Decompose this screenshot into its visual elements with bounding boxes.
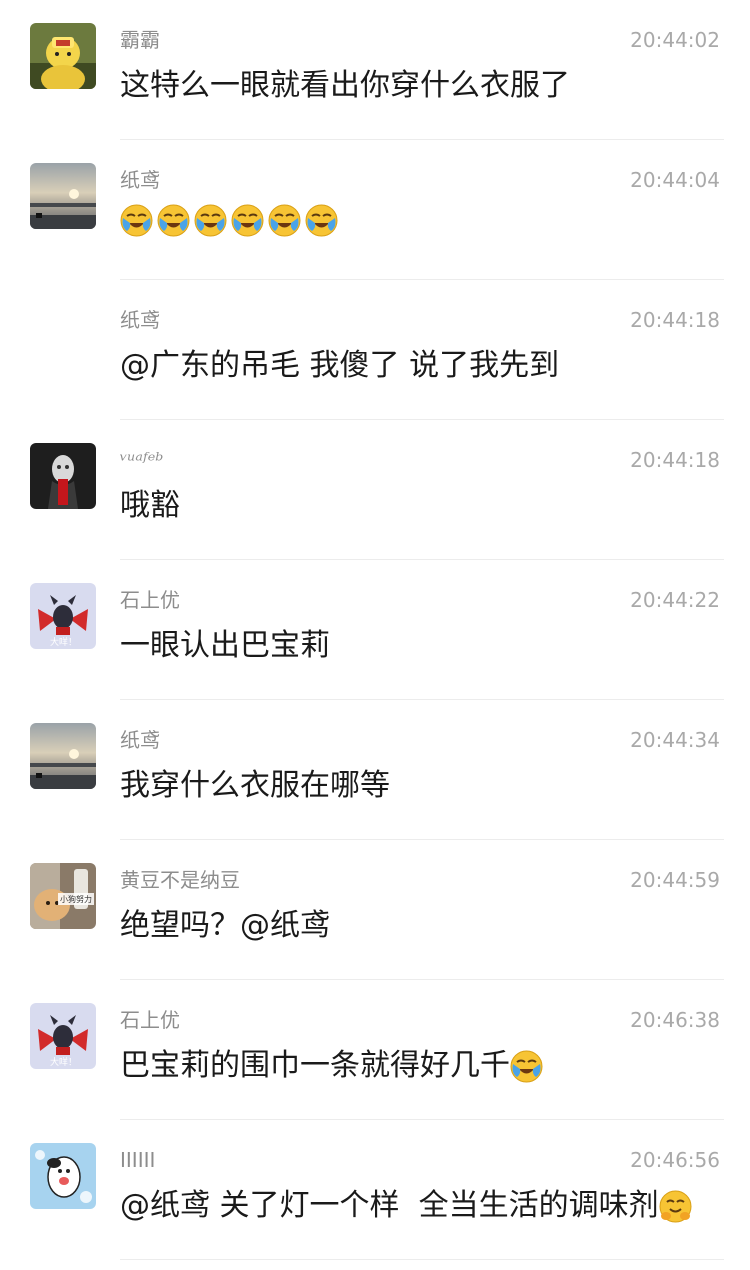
chat-message[interactable]: 纸鸢 20:44:34 我穿什么衣服在哪等 (0, 700, 750, 840)
message-text: 我穿什么衣服在哪等 (120, 768, 390, 803)
message-text (120, 204, 342, 237)
sender-name: 霸霸 (120, 28, 160, 52)
divider (120, 1259, 724, 1260)
message-text: 一眼认出巴宝莉 (120, 628, 330, 663)
sender-name: 石上优 (120, 588, 180, 612)
message-text: @纸鸢 关了灯一个样 全当生活的调味剂 (120, 1184, 696, 1228)
crying-laughing-emoji-icon (120, 204, 153, 237)
cartoon-dog-avatar[interactable] (30, 1143, 96, 1209)
message-text: 这特么一眼就看出你穿什么衣服了 (120, 68, 570, 103)
chat-message[interactable]: IIIIII 20:46:56 @纸鸢 关了灯一个样 全当生活的调味剂 (0, 1120, 750, 1260)
sender-name: 纸鸢 (120, 168, 160, 192)
chat-message[interactable]: 纸鸢 20:44:04 (0, 140, 750, 280)
message-timestamp: 20:46:38 (630, 1008, 720, 1032)
sender-name: IIIIII (120, 1148, 156, 1172)
message-text: 哦豁 (120, 488, 180, 523)
message-timestamp: 20:44:34 (630, 728, 720, 752)
message-timestamp: 20:44:59 (630, 868, 720, 892)
cat-photo-avatar[interactable]: 小狗努力 (30, 863, 96, 929)
crying-laughing-emoji-icon (194, 204, 227, 237)
chat-message[interactable]: 大咩！ 石上优 20:44:22 一眼认出巴宝莉 (0, 560, 750, 700)
hug-emoji-icon (659, 1190, 692, 1223)
dark-figure-avatar[interactable] (30, 443, 96, 509)
sender-name: 纸鸢 (120, 728, 160, 752)
crying-laughing-emoji-icon (231, 204, 264, 237)
sender-name: 石上优 (120, 1008, 180, 1032)
message-text: 巴宝莉的围巾一条就得好几千 (120, 1044, 547, 1088)
message-timestamp: 20:46:56 (630, 1148, 720, 1172)
message-timestamp: 20:44:18 (630, 448, 720, 472)
sunset-lake-avatar[interactable] (30, 723, 96, 789)
devil-character-avatar[interactable]: 大咩！ (30, 1003, 96, 1069)
message-text: @广东的吊毛 我傻了 说了我先到 (120, 348, 560, 383)
chat-message[interactable]: 小狗努力 黄豆不是纳豆 20:44:59 绝望吗？@纸鸢 (0, 840, 750, 980)
message-text: 绝望吗？@纸鸢 (120, 908, 330, 943)
chat-message[interactable]: 霸霸 20:44:02 这特么一眼就看出你穿什么衣服了 (0, 0, 750, 140)
devil-character-avatar[interactable]: 大咩！ (30, 583, 96, 649)
message-timestamp: 20:44:22 (630, 588, 720, 612)
crying-laughing-emoji-icon (157, 204, 190, 237)
crying-laughing-emoji-icon (510, 1050, 543, 1083)
sender-name: ᵛᵘᵃᶠᵉᵇ (120, 448, 164, 472)
svg-text:大咩！: 大咩！ (50, 1056, 77, 1068)
svg-text:小狗努力: 小狗努力 (60, 894, 92, 904)
message-timestamp: 20:44:04 (630, 168, 720, 192)
chat-message[interactable]: 大咩！ 石上优 20:46:38 巴宝莉的围巾一条就得好几千 (0, 980, 750, 1120)
sender-name: 黄豆不是纳豆 (120, 868, 240, 892)
message-timestamp: 20:44:18 (630, 308, 720, 332)
chat-message[interactable]: ᵛᵘᵃᶠᵉᵇ 20:44:18 哦豁 (0, 420, 750, 560)
sunset-lake-avatar[interactable] (30, 163, 96, 229)
chat-message[interactable]: 纸鸢 20:44:18 @广东的吊毛 我傻了 说了我先到 (0, 280, 750, 420)
message-timestamp: 20:44:02 (630, 28, 720, 52)
yellow-character-avatar[interactable] (30, 23, 96, 89)
sender-name: 纸鸢 (120, 308, 160, 332)
crying-laughing-emoji-icon (305, 204, 338, 237)
crying-laughing-emoji-icon (268, 204, 301, 237)
svg-text:大咩！: 大咩！ (50, 636, 77, 648)
chat-message-list: 霸霸 20:44:02 这特么一眼就看出你穿什么衣服了 纸鸢 20:44:04 (0, 0, 750, 1260)
